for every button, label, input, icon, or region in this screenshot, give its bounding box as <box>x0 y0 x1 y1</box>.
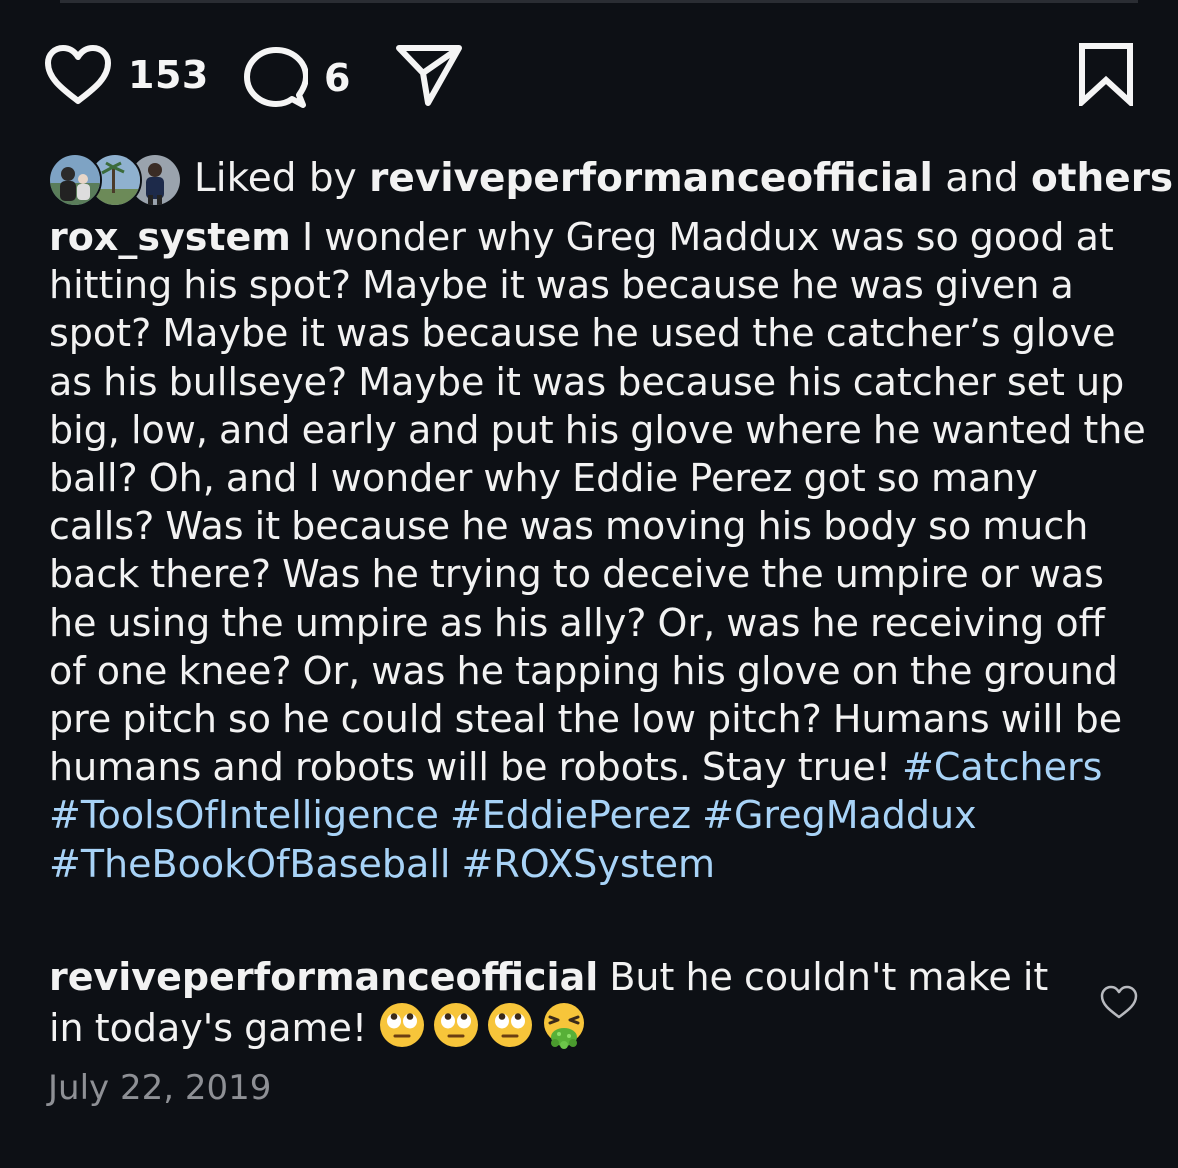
liked-by-conjunction: and <box>945 155 1019 201</box>
heart-icon <box>1099 985 1139 1024</box>
hashtag-link[interactable]: #EddiePerez <box>450 793 691 837</box>
hashtag-link[interactable]: #Catchers <box>902 745 1102 789</box>
post-caption: rox_system I wonder why Greg Maddux was … <box>49 213 1149 888</box>
vomiting-face-emoji-icon <box>540 1001 588 1060</box>
caption-username[interactable]: rox_system <box>49 215 291 259</box>
liked-by-others-link[interactable]: others <box>1031 156 1173 201</box>
liker-avatars[interactable] <box>48 151 182 207</box>
bookmark-icon <box>1078 42 1134 106</box>
avatar[interactable] <box>48 153 102 207</box>
hashtag-link[interactable]: #ROXSystem <box>462 842 715 886</box>
heart-icon <box>44 44 112 106</box>
hashtag-link[interactable]: #ToolsOfIntelligence <box>49 793 439 837</box>
comment-button[interactable]: 6 <box>244 46 351 110</box>
rolling-eyes-emoji-icon <box>486 1001 534 1060</box>
post-date: July 22, 2019 <box>48 1068 272 1108</box>
comment-username[interactable]: reviveperformanceofficial <box>49 955 598 999</box>
comment-icon <box>244 46 308 110</box>
action-bar: 153 6 <box>44 40 1134 110</box>
rolling-eyes-emoji-icon <box>432 1001 480 1060</box>
liked-by-row: Liked by reviveperformanceofficial and o… <box>48 148 1173 208</box>
liked-by-user-link[interactable]: reviveperformanceofficial <box>369 156 933 201</box>
share-icon <box>394 42 464 108</box>
hashtag-link[interactable]: #TheBookOfBaseball <box>49 842 450 886</box>
like-button[interactable]: 153 <box>44 44 209 106</box>
liked-by-prefix: Liked by <box>194 155 357 201</box>
like-count: 153 <box>128 53 209 97</box>
caption-text: I wonder why Greg Maddux was so good at … <box>49 215 1146 790</box>
rolling-eyes-emoji-icon <box>378 1001 426 1060</box>
share-button[interactable] <box>394 42 464 108</box>
comment-count: 6 <box>324 56 351 100</box>
top-divider <box>60 0 1138 3</box>
hashtag-link[interactable]: #GregMaddux <box>702 793 976 837</box>
comment-like-button[interactable] <box>1099 984 1139 1024</box>
comment-item: reviveperformanceofficial But he couldn'… <box>49 953 1069 1060</box>
save-button[interactable] <box>1078 42 1134 106</box>
